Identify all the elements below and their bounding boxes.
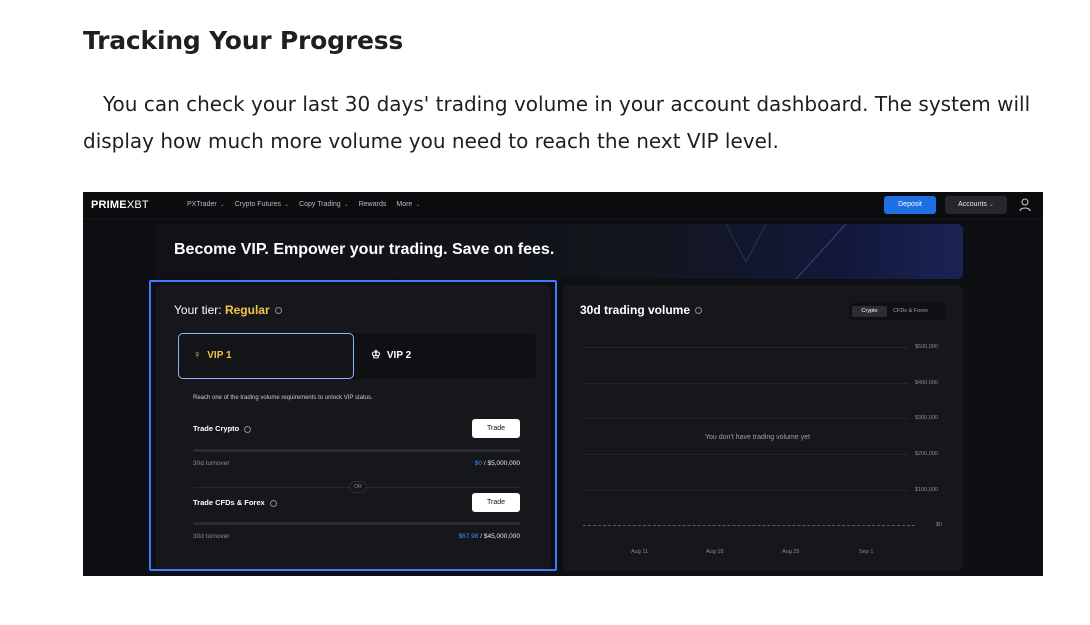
nav-item-rewards[interactable]: Rewards <box>359 201 387 208</box>
nav-links: PXTrader ⌄ Crypto Futures ⌄ Copy Trading ⌄ … <box>187 201 420 208</box>
vip-banner: Become VIP. Empower your trading. Save o… <box>156 224 963 279</box>
grid-line <box>583 454 908 455</box>
banner-title: Become VIP. Empower your trading. Save o… <box>174 241 555 258</box>
x-tick: Aug 25 <box>782 549 800 555</box>
highlight-box <box>149 280 557 571</box>
x-tick: Aug 18 <box>706 549 724 555</box>
volume-card: 30d trading volume Crypto CFDs & Forex $… <box>563 285 963 571</box>
nav-item-pxtrader[interactable]: PXTrader ⌄ <box>187 201 225 208</box>
y-tick: $400,000 <box>915 380 938 386</box>
top-nav: PRIMEXBT PXTrader ⌄ Crypto Futures ⌄ Copy … <box>83 192 1043 219</box>
nav-item-copy-trading[interactable]: Copy Trading ⌄ <box>299 201 349 208</box>
grid-line <box>583 490 908 491</box>
grid-line <box>583 383 908 384</box>
screenshot-panel: PRIMEXBT PXTrader ⌄ Crypto Futures ⌄ Copy … <box>83 192 1043 576</box>
empty-volume-message: You don't have trading volume yet <box>705 434 810 441</box>
y-tick: $300,000 <box>915 415 938 421</box>
market-toggle: Crypto CFDs & Forex <box>849 303 946 320</box>
banner-decoration <box>725 224 847 279</box>
chevron-down-icon: ⌄ <box>415 202 421 208</box>
chevron-down-icon: ⌄ <box>219 202 225 208</box>
info-icon[interactable] <box>695 307 703 315</box>
volume-title: 30d trading volume <box>580 303 703 317</box>
x-tick: Aug 11 <box>631 549 649 555</box>
y-tick: $200,000 <box>915 451 938 457</box>
zero-baseline <box>583 525 915 526</box>
logo[interactable]: PRIMEXBT <box>91 199 149 211</box>
article-body: You can check your last 30 days' trading… <box>83 92 1031 153</box>
grid-line <box>583 418 908 419</box>
nav-item-crypto-futures[interactable]: Crypto Futures ⌄ <box>235 201 289 208</box>
x-tick: Sep 1 <box>859 549 874 555</box>
toggle-cfds-forex[interactable]: CFDs & Forex <box>893 306 928 317</box>
grid-line <box>583 347 908 348</box>
user-icon[interactable] <box>1019 198 1031 212</box>
deposit-button[interactable]: Deposit <box>884 196 936 214</box>
chevron-down-icon: ⌄ <box>284 202 290 208</box>
accounts-button[interactable]: Accounts ⌄ <box>945 196 1007 214</box>
y-tick: $500,000 <box>915 344 938 350</box>
y-tick: $100,000 <box>915 487 938 493</box>
article-title: Tracking Your Progress <box>83 26 404 55</box>
chevron-down-icon: ⌄ <box>343 202 349 208</box>
toggle-crypto[interactable]: Crypto <box>852 306 887 317</box>
y-tick: $0 <box>936 522 943 528</box>
nav-item-more[interactable]: More ⌄ <box>396 201 420 208</box>
